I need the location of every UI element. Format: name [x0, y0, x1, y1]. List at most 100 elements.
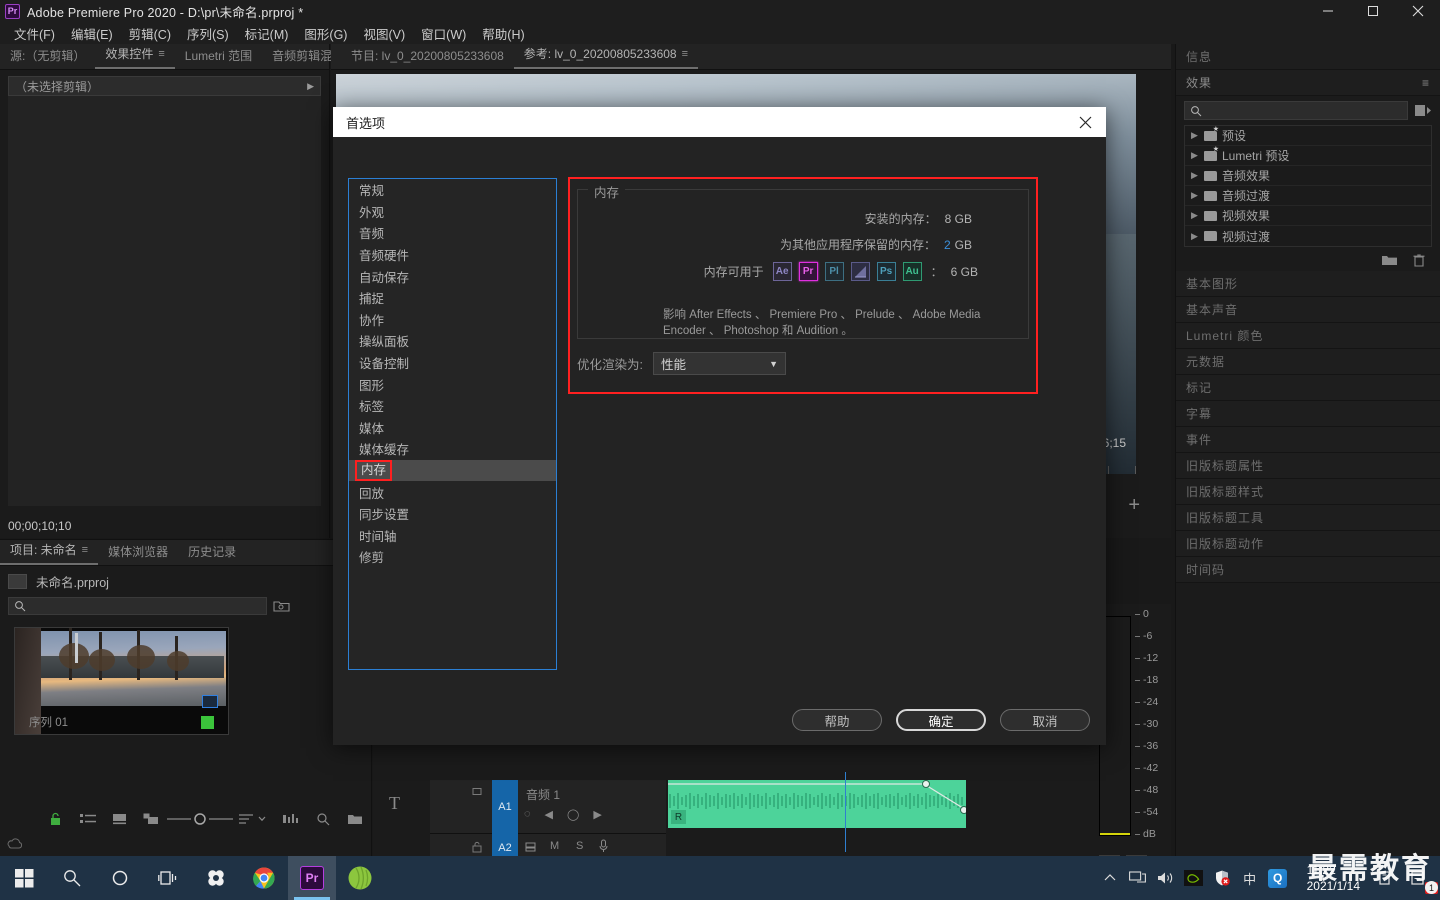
effects-search-input[interactable] — [1184, 101, 1408, 120]
pref-item-trim[interactable]: 修剪 — [349, 546, 556, 568]
app-green-icon[interactable] — [336, 856, 384, 900]
clip-selector[interactable]: （未选择剪辑） ▶ — [8, 76, 321, 96]
panel-lumetri-color[interactable]: Lumetri 颜色 — [1176, 323, 1440, 349]
zoom-slider[interactable] — [167, 813, 234, 825]
pref-item-device-control[interactable]: 设备控制 — [349, 352, 556, 374]
next-keyframe-icon[interactable]: ▶ — [593, 808, 601, 821]
add-keyframe-icon[interactable]: ◯ — [567, 808, 579, 821]
cortana-icon[interactable] — [96, 856, 144, 900]
panel-legacy-title-actions[interactable]: 旧版标题动作 — [1176, 531, 1440, 557]
menu-window[interactable]: 窗口(W) — [413, 22, 474, 45]
tab-source[interactable]: 源:（无剪辑） — [0, 44, 95, 69]
tab-program-monitor[interactable]: 节目: lv_0_20200805233608 — [341, 44, 514, 69]
panel-metadata[interactable]: 元数据 — [1176, 349, 1440, 375]
menu-view[interactable]: 视图(V) — [355, 22, 413, 45]
dialog-close-button[interactable] — [1064, 107, 1106, 137]
menu-graphics[interactable]: 图形(G) — [296, 22, 355, 45]
chevron-right-icon[interactable]: ▶ — [1191, 190, 1199, 201]
panel-essential-sound[interactable]: 基本声音 — [1176, 297, 1440, 323]
chrome-icon[interactable] — [240, 856, 288, 900]
panel-legacy-title-styles[interactable]: 旧版标题样式 — [1176, 479, 1440, 505]
filter-bin-icon[interactable] — [273, 599, 290, 613]
panel-menu-icon[interactable]: ≡ — [158, 48, 164, 60]
pref-item-media-cache[interactable]: 媒体缓存 — [349, 438, 556, 460]
panel-legacy-title-properties[interactable]: 旧版标题属性 — [1176, 453, 1440, 479]
tab-history[interactable]: 历史记录 — [178, 540, 246, 565]
clip-volume-rubberband[interactable] — [668, 780, 966, 828]
panel-menu-icon[interactable]: ≡ — [1422, 76, 1430, 90]
pref-item-general[interactable]: 常规 — [349, 179, 556, 201]
search-icon[interactable] — [48, 856, 96, 900]
pref-item-memory[interactable]: 内存 — [349, 459, 556, 482]
keyframe-icon[interactable]: ◌ — [524, 808, 531, 821]
premiere-icon[interactable]: Pr — [288, 856, 336, 900]
task-view-icon[interactable] — [144, 856, 192, 900]
close-button[interactable] — [1395, 0, 1440, 22]
audio-clip[interactable]: R — [668, 780, 966, 828]
menu-sequence[interactable]: 序列(S) — [179, 22, 237, 45]
list-item[interactable]: ▶ Lumetri 预设 — [1185, 145, 1431, 166]
track-output-icon[interactable] — [525, 841, 539, 853]
pref-item-capture[interactable]: 捕捉 — [349, 287, 556, 309]
pref-item-control-surface[interactable]: 操纵面板 — [349, 330, 556, 352]
lock-track-icon[interactable] — [472, 784, 482, 795]
cancel-button[interactable]: 取消 — [1000, 709, 1090, 731]
track-select-a1[interactable]: A1 — [492, 780, 518, 834]
sort-icon[interactable] — [233, 813, 275, 825]
optimize-render-dropdown[interactable]: 性能 ▼ — [652, 352, 786, 375]
find-icon[interactable] — [307, 812, 339, 826]
menu-file[interactable]: 文件(F) — [6, 22, 63, 45]
panel-menu-icon[interactable]: ≡ — [82, 544, 88, 556]
project-file-row[interactable]: 未命名.prproj — [0, 566, 371, 595]
tab-media-browser[interactable]: 媒体浏览器 — [98, 540, 178, 565]
chevron-up-icon[interactable] — [1097, 856, 1123, 900]
panel-essential-graphics[interactable]: 基本图形 — [1176, 271, 1440, 297]
track-mute-button[interactable]: M — [550, 840, 559, 852]
menu-marker[interactable]: 标记(M) — [237, 22, 297, 45]
help-button[interactable]: 帮助 — [792, 709, 882, 731]
display-icon[interactable] — [1125, 856, 1151, 900]
delete-icon[interactable] — [1412, 253, 1426, 267]
type-tool-icon[interactable]: T — [389, 793, 400, 814]
pref-item-collaboration[interactable]: 协作 — [349, 309, 556, 331]
track-header-a1[interactable]: A1 音频 1 ◌ ◀ ◯ ▶ — [430, 780, 666, 834]
panel-events[interactable]: 事件 — [1176, 427, 1440, 453]
minimize-button[interactable] — [1305, 0, 1350, 22]
ok-button[interactable]: 确定 — [896, 709, 986, 731]
panel-timecode[interactable]: 时间码 — [1176, 557, 1440, 583]
new-preset-bin-icon[interactable] — [1414, 103, 1432, 118]
chevron-right-icon[interactable]: ▶ — [1191, 231, 1199, 242]
sync-settings-icon[interactable] — [6, 838, 22, 850]
preferences-category-list[interactable]: 常规 外观 音频 音频硬件 自动保存 捕捉 协作 操纵面板 设备控制 图形 标签… — [348, 178, 557, 670]
pref-item-appearance[interactable]: 外观 — [349, 201, 556, 223]
qq-icon[interactable]: Q — [1265, 856, 1291, 900]
pref-item-audio[interactable]: 音频 — [349, 222, 556, 244]
lock-icon[interactable] — [40, 812, 72, 826]
panel-info[interactable]: 信息 — [1176, 44, 1440, 70]
timeline-playhead[interactable] — [845, 772, 846, 852]
button-editor-icon[interactable]: + — [1128, 494, 1140, 517]
new-bin-icon[interactable] — [339, 813, 371, 825]
project-thumbnail-item[interactable]: 序列 01 — [14, 627, 229, 735]
ime-indicator[interactable]: 中 — [1237, 856, 1263, 900]
list-item[interactable]: ▶ 音频过渡 — [1185, 186, 1431, 206]
panel-captions[interactable]: 字幕 — [1176, 401, 1440, 427]
panel-legacy-title-tools[interactable]: 旧版标题工具 — [1176, 505, 1440, 531]
list-item[interactable]: ▶ 视频效果 — [1185, 206, 1431, 226]
prev-keyframe-icon[interactable]: ◀ — [545, 808, 553, 821]
chevron-right-icon[interactable]: ▶ — [1191, 170, 1199, 181]
pref-item-auto-save[interactable]: 自动保存 — [349, 265, 556, 287]
freeform-view-icon[interactable] — [135, 813, 167, 825]
list-item[interactable]: ▶ 音频效果 — [1185, 166, 1431, 186]
chevron-right-icon[interactable]: ▶ — [1191, 130, 1199, 141]
list-item[interactable]: ▶ 预设 — [1185, 125, 1431, 146]
project-search-input[interactable] — [8, 597, 268, 615]
filter-icon[interactable] — [276, 813, 308, 825]
pref-item-media[interactable]: 媒体 — [349, 417, 556, 439]
panel-effects-header[interactable]: 效果 ≡ — [1176, 70, 1440, 96]
chevron-right-icon[interactable]: ▶ — [1191, 150, 1199, 161]
panel-markers[interactable]: 标记 — [1176, 375, 1440, 401]
security-shield-icon[interactable] — [1209, 856, 1235, 900]
start-button[interactable] — [0, 856, 48, 900]
new-folder-icon[interactable] — [1381, 253, 1398, 267]
